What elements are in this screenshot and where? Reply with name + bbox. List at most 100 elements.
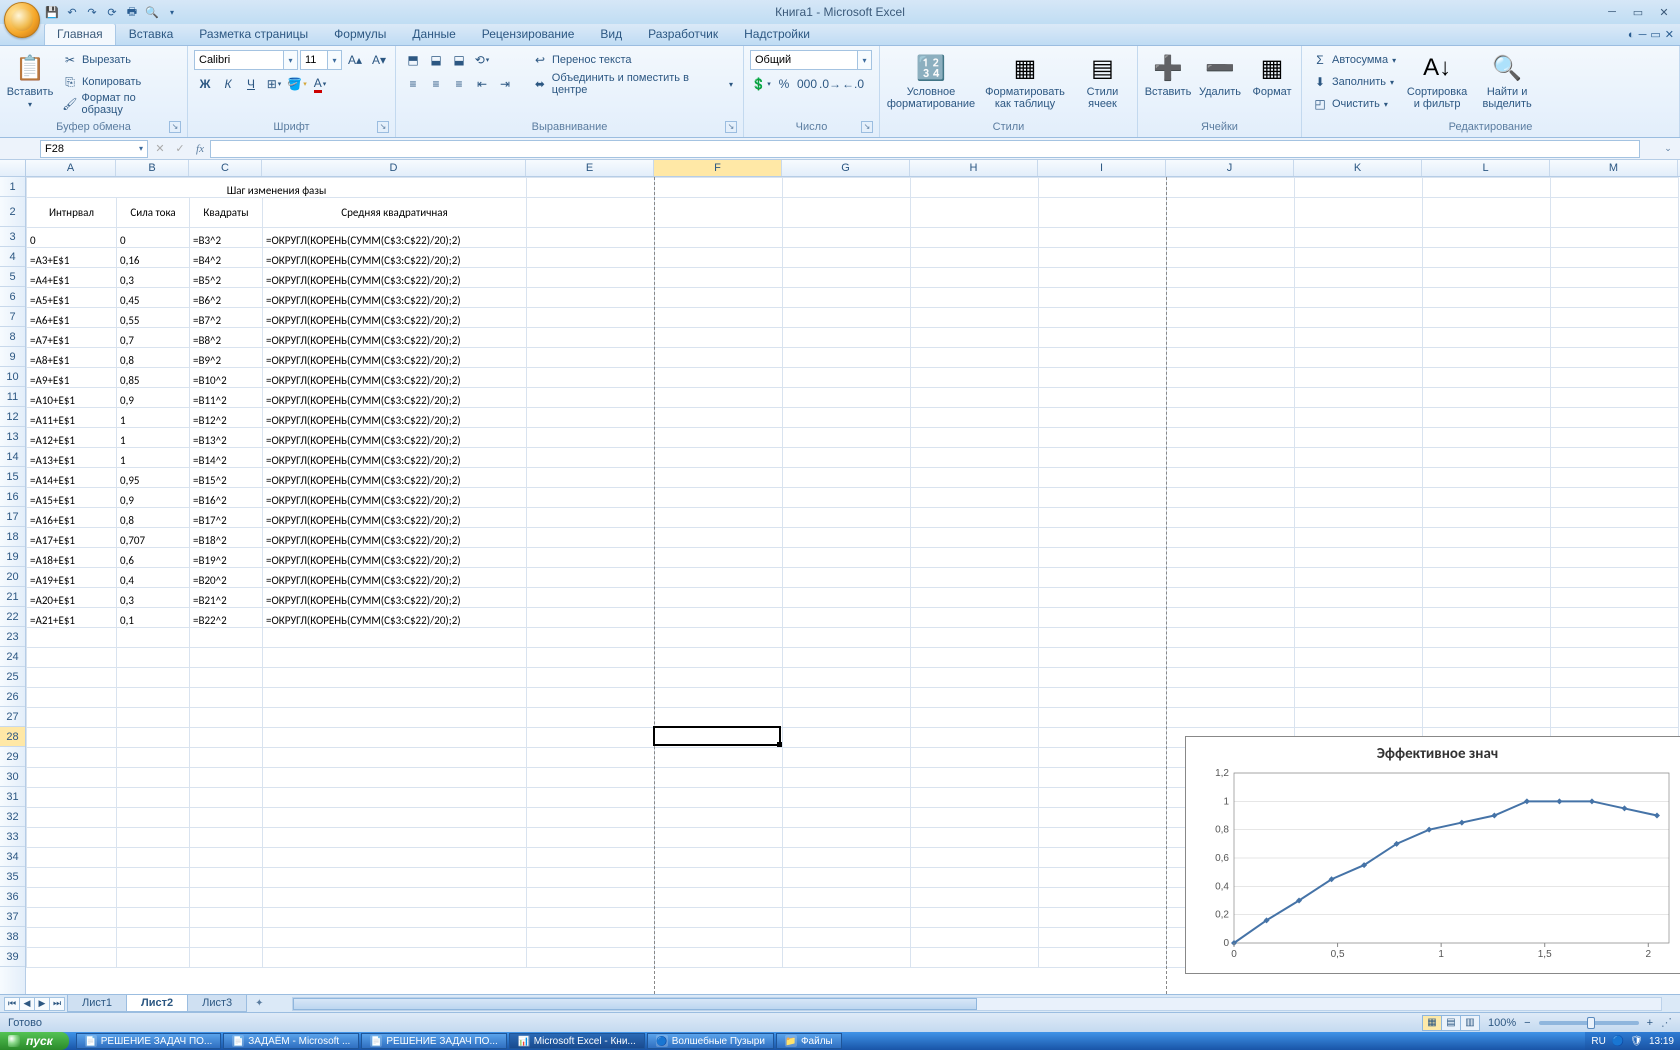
chevron-down-icon[interactable]: ▾: [328, 50, 342, 70]
cell[interactable]: [527, 928, 655, 948]
cell[interactable]: [1551, 248, 1679, 268]
row-header[interactable]: 33: [0, 827, 25, 847]
cell[interactable]: [783, 948, 911, 968]
fill-button[interactable]: ⬇Заполнить ▾: [1308, 72, 1400, 92]
alignment-launcher[interactable]: ↘: [725, 121, 737, 133]
cell[interactable]: [911, 328, 1039, 348]
cell[interactable]: [190, 888, 263, 908]
cell[interactable]: [783, 708, 911, 728]
cell[interactable]: =B22^2: [190, 608, 263, 628]
cell[interactable]: [1167, 688, 1295, 708]
cell[interactable]: [527, 628, 655, 648]
cell[interactable]: [911, 828, 1039, 848]
cell[interactable]: [527, 448, 655, 468]
last-sheet-button[interactable]: ⏭: [49, 997, 65, 1011]
row-header[interactable]: 4: [0, 247, 25, 267]
cell[interactable]: [655, 928, 783, 948]
taskbar-item[interactable]: 📄РЕШЕНИЕ ЗАДАЧ ПО...: [361, 1033, 506, 1049]
cell[interactable]: [190, 728, 263, 748]
cell[interactable]: [1423, 608, 1551, 628]
cell[interactable]: [1039, 448, 1167, 468]
cell[interactable]: [263, 668, 527, 688]
cell[interactable]: =B18^2: [190, 528, 263, 548]
cell[interactable]: [783, 348, 911, 368]
column-header[interactable]: G: [782, 160, 910, 176]
cell[interactable]: =ОКРУГЛ(КОРЕНЬ(СУММ(C$3:C$22)/20);2): [263, 568, 527, 588]
cell[interactable]: [911, 648, 1039, 668]
cell[interactable]: [1551, 528, 1679, 548]
formula-input[interactable]: [210, 140, 1640, 158]
cell[interactable]: [527, 348, 655, 368]
conditional-format-button[interactable]: 🔢Условное форматирование: [886, 50, 976, 112]
cell[interactable]: [190, 848, 263, 868]
cell[interactable]: [1167, 408, 1295, 428]
cell[interactable]: [783, 248, 911, 268]
cell[interactable]: [911, 948, 1039, 968]
cell[interactable]: [1423, 348, 1551, 368]
cell[interactable]: [190, 708, 263, 728]
cell[interactable]: [1039, 788, 1167, 808]
row-header[interactable]: 3: [0, 227, 25, 247]
cell[interactable]: [783, 268, 911, 288]
cell[interactable]: [1295, 488, 1423, 508]
cell[interactable]: [1295, 308, 1423, 328]
column-header[interactable]: F: [654, 160, 782, 176]
cell[interactable]: [1039, 948, 1167, 968]
cell[interactable]: [27, 668, 117, 688]
cell[interactable]: [1295, 408, 1423, 428]
cell[interactable]: [783, 828, 911, 848]
ribbon-tab-главная[interactable]: Главная: [44, 23, 116, 45]
cell[interactable]: [190, 828, 263, 848]
cell[interactable]: [117, 948, 190, 968]
cell[interactable]: [27, 628, 117, 648]
cell[interactable]: 0,9: [117, 488, 190, 508]
font-launcher[interactable]: ↘: [377, 121, 389, 133]
cell[interactable]: [190, 748, 263, 768]
align-left-button[interactable]: ≡: [402, 74, 424, 94]
cell[interactable]: [783, 428, 911, 448]
page-layout-view-button[interactable]: ▤: [1441, 1015, 1461, 1031]
cell[interactable]: [1039, 668, 1167, 688]
zoom-in-button[interactable]: +: [1647, 1017, 1653, 1029]
border-button[interactable]: ⊞: [263, 74, 285, 94]
cell[interactable]: [1423, 688, 1551, 708]
cell[interactable]: [655, 468, 783, 488]
cell[interactable]: [1423, 268, 1551, 288]
format-as-table-button[interactable]: ▦Форматировать как таблицу: [980, 50, 1070, 112]
cell[interactable]: [911, 608, 1039, 628]
cell[interactable]: [1295, 388, 1423, 408]
cell[interactable]: [263, 768, 527, 788]
cell[interactable]: [263, 648, 527, 668]
lang-indicator[interactable]: RU: [1591, 1036, 1605, 1047]
sheet-tab[interactable]: Лист1: [67, 995, 127, 1012]
cell[interactable]: =ОКРУГЛ(КОРЕНЬ(СУММ(C$3:C$22)/20);2): [263, 388, 527, 408]
cell[interactable]: =A18+E$1: [27, 548, 117, 568]
tray-icon[interactable]: 🛡: [1630, 1036, 1643, 1047]
cell[interactable]: [527, 808, 655, 828]
cell[interactable]: =ОКРУГЛ(КОРЕНЬ(СУММ(C$3:C$22)/20);2): [263, 268, 527, 288]
merge-center-button[interactable]: ⬌Объединить и поместить в центре ▾: [528, 74, 737, 94]
resize-grip-icon[interactable]: ⋰: [1661, 1016, 1672, 1029]
cell[interactable]: [1039, 228, 1167, 248]
cell[interactable]: [1167, 348, 1295, 368]
cell[interactable]: [1039, 628, 1167, 648]
cell[interactable]: [655, 808, 783, 828]
number-format-combo[interactable]: [750, 50, 858, 70]
cell[interactable]: [527, 228, 655, 248]
taskbar-item[interactable]: 📊Microsoft Excel - Кни...: [509, 1033, 645, 1049]
cell[interactable]: [1039, 508, 1167, 528]
cell[interactable]: =ОКРУГЛ(КОРЕНЬ(СУММ(C$3:C$22)/20);2): [263, 288, 527, 308]
cell[interactable]: [1295, 268, 1423, 288]
cell[interactable]: [783, 488, 911, 508]
cell[interactable]: [1423, 648, 1551, 668]
cell[interactable]: [527, 888, 655, 908]
cell[interactable]: =A8+E$1: [27, 348, 117, 368]
cell[interactable]: [117, 628, 190, 648]
cell[interactable]: [263, 908, 527, 928]
row-header[interactable]: 39: [0, 947, 25, 967]
cell[interactable]: [1295, 568, 1423, 588]
indent-inc-button[interactable]: ⇥: [494, 74, 516, 94]
sheet-tab[interactable]: Лист3: [187, 995, 247, 1012]
cell[interactable]: =B11^2: [190, 388, 263, 408]
cell[interactable]: [655, 348, 783, 368]
